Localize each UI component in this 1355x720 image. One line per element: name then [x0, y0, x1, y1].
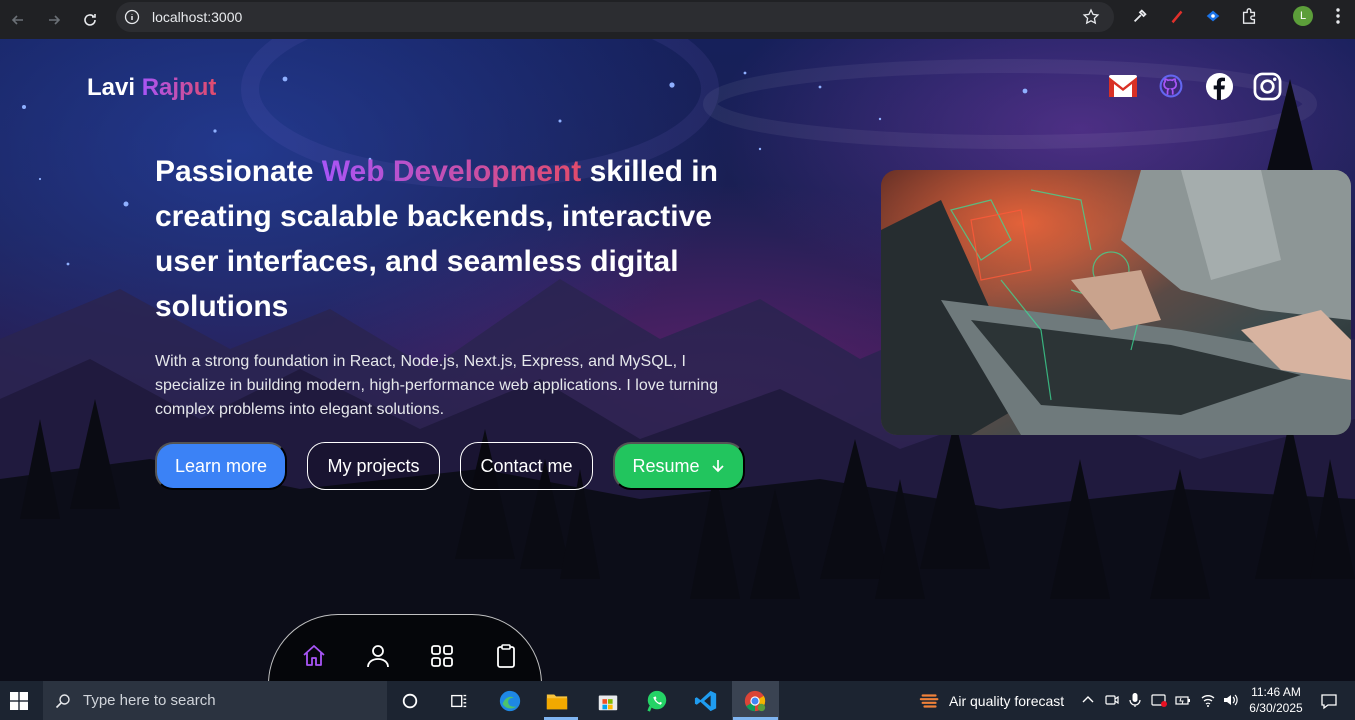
social-links	[1108, 71, 1282, 101]
forward-icon[interactable]	[40, 6, 68, 34]
arrow-down-icon	[711, 460, 724, 473]
taskbar-search-box[interactable]: Type here to search	[43, 681, 387, 720]
bookmark-star-icon[interactable]	[1082, 8, 1100, 26]
search-icon	[55, 693, 70, 708]
gmail-icon[interactable]	[1108, 71, 1138, 101]
my-projects-button[interactable]: My projects	[307, 442, 440, 490]
windows-taskbar: Type here to search Air quality forecast…	[0, 681, 1355, 720]
reload-icon[interactable]	[76, 6, 104, 34]
site-logo[interactable]: Lavi Rajput	[87, 74, 216, 102]
eyedropper-extension-icon[interactable]	[1129, 5, 1151, 27]
whatsapp-icon[interactable]	[643, 687, 671, 715]
weather-icon[interactable]	[916, 687, 944, 715]
user-icon[interactable]	[365, 643, 391, 669]
weather-text[interactable]: Air quality forecast	[949, 693, 1064, 709]
hero-headline: Passionate Web Development skilled in cr…	[155, 149, 755, 329]
url-text[interactable]: localhost:3000	[152, 9, 242, 25]
wifi-icon[interactable]	[1200, 692, 1216, 708]
browser-toolbar: localhost:3000 L	[0, 0, 1355, 39]
microphone-icon[interactable]	[1127, 692, 1143, 708]
edge-browser-icon[interactable]	[496, 687, 524, 715]
meet-now-icon[interactable]	[1104, 692, 1120, 708]
hero-laptop-image	[881, 170, 1351, 435]
logo-last-name: Rajput	[141, 74, 217, 101]
taskbar-search-placeholder: Type here to search	[83, 692, 216, 709]
resume-label: Resume	[632, 455, 700, 476]
chrome-icon[interactable]	[741, 687, 769, 715]
vscode-icon[interactable]	[692, 687, 720, 715]
battery-icon[interactable]	[1175, 692, 1191, 708]
microsoft-store-icon[interactable]	[594, 687, 622, 715]
volume-icon[interactable]	[1222, 692, 1238, 708]
headline-intro: Passionate	[155, 155, 322, 188]
headline-accent: Web Development	[321, 155, 582, 188]
system-clock[interactable]: 11:46 AM 6/30/2025	[1247, 684, 1305, 716]
clipboard-icon[interactable]	[493, 643, 519, 669]
resume-download-button[interactable]: Resume	[613, 442, 745, 490]
notifications-icon[interactable]	[1320, 692, 1338, 710]
address-bar[interactable]: localhost:3000	[116, 2, 1114, 32]
password-extension-icon[interactable]	[1202, 5, 1224, 27]
pen-extension-icon[interactable]	[1166, 5, 1188, 27]
extensions-puzzle-icon[interactable]	[1238, 5, 1260, 27]
site-info-icon[interactable]	[124, 9, 140, 25]
screen-record-icon[interactable]	[1151, 692, 1167, 708]
learn-more-button[interactable]: Learn more	[155, 442, 287, 490]
portfolio-page: Lavi Rajput Passionate Web Development s…	[0, 39, 1355, 681]
facebook-icon[interactable]	[1204, 71, 1234, 101]
windows-start-icon[interactable]	[10, 692, 28, 710]
profile-avatar[interactable]: L	[1293, 6, 1313, 26]
clock-date: 6/30/2025	[1249, 701, 1303, 715]
contact-me-button[interactable]: Contact me	[460, 442, 593, 490]
task-view-icon[interactable]	[445, 687, 473, 715]
back-icon[interactable]	[4, 6, 32, 34]
chevron-up-icon[interactable]	[1080, 692, 1096, 708]
instagram-icon[interactable]	[1252, 71, 1282, 101]
more-menu-icon[interactable]	[1332, 6, 1344, 26]
home-icon[interactable]	[301, 643, 327, 669]
hero-description: With a strong foundation in React, Node.…	[155, 353, 718, 418]
grid-icon[interactable]	[429, 643, 455, 669]
cortana-icon[interactable]	[396, 687, 424, 715]
logo-first-name: Lavi	[87, 74, 136, 101]
bottom-nav-dock	[268, 614, 542, 681]
github-icon[interactable]	[1156, 71, 1186, 101]
clock-time: 11:46 AM	[1251, 685, 1301, 699]
file-explorer-icon[interactable]	[543, 687, 571, 715]
